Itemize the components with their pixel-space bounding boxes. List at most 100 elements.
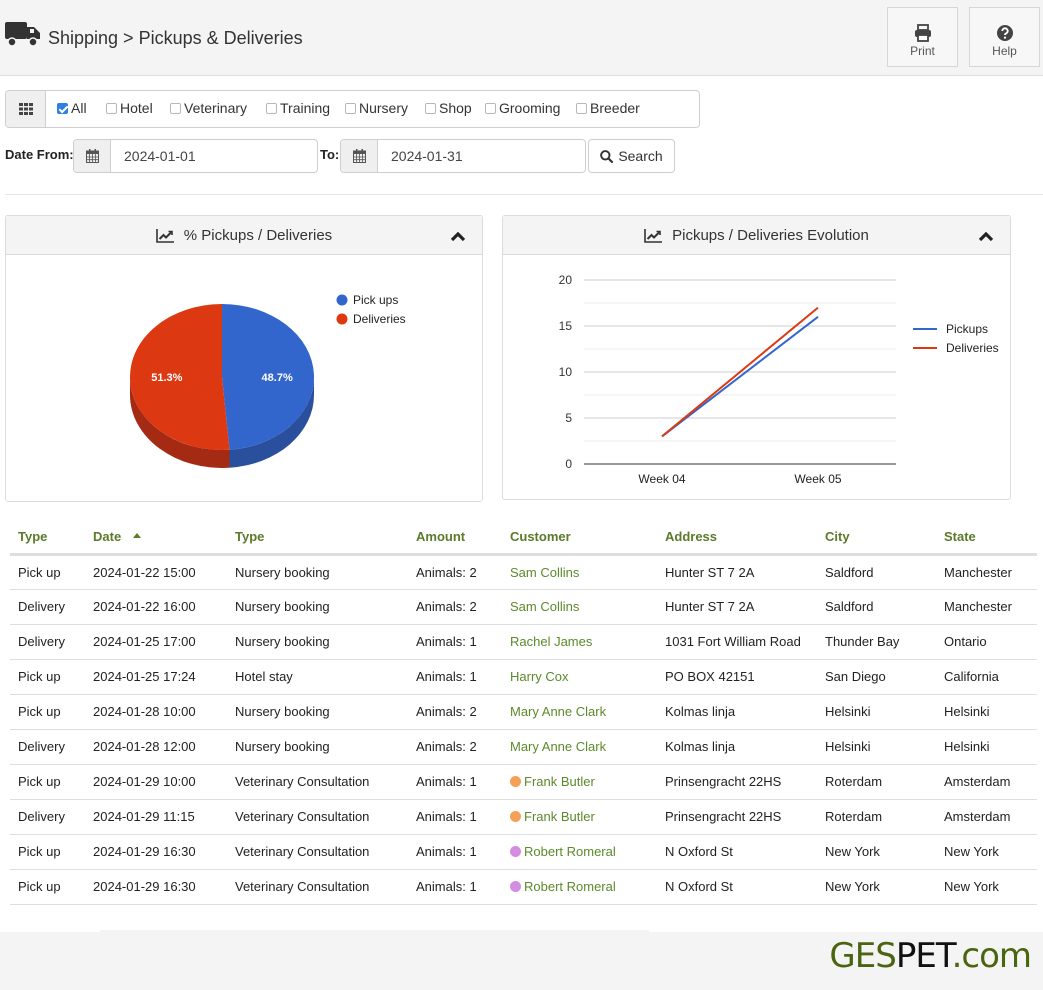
table-row[interactable]: Pick up 2024-01-29 16:30 Veterinary Consul… [10, 834, 1037, 870]
cell-amount: Animals: 1 [408, 764, 502, 800]
checkbox-veterinary[interactable] [170, 102, 181, 114]
search-button[interactable]: Search [588, 139, 675, 173]
cell-type: Delivery [10, 624, 85, 660]
line-chart-icon [644, 228, 663, 243]
legend-label[interactable]: Pick ups [353, 293, 398, 307]
cell-customer[interactable]: Sam Collins [502, 589, 657, 625]
cell-customer[interactable]: Sam Collins [502, 554, 657, 590]
table-row[interactable]: Pick up 2024-01-29 10:00 Veterinary Consul… [10, 764, 1037, 800]
cell-customer[interactable]: Mary Anne Clark [502, 694, 657, 730]
customer-link[interactable]: Robert Romeral [524, 879, 616, 894]
filter-hotel[interactable]: Hotel [106, 100, 153, 116]
customer-link[interactable]: Frank Butler [524, 809, 595, 824]
pie-panel-header: % Pickups / Deliveries [6, 216, 482, 255]
col-address[interactable]: Address [657, 520, 817, 556]
filter-breeder[interactable]: Breeder [576, 100, 640, 116]
help-button[interactable]: Help [969, 7, 1040, 67]
date-from-label: Date From: [5, 147, 74, 162]
calendar-icon [353, 149, 366, 163]
chevron-up-icon[interactable] [450, 230, 466, 242]
pie-data-label: 51.3% [151, 372, 182, 384]
table-row[interactable]: Delivery 2024-01-25 17:00 Nursery booking A… [10, 624, 1037, 660]
col-customer[interactable]: Customer [502, 520, 657, 556]
table-row[interactable]: Delivery 2024-01-28 12:00 Nursery booking A… [10, 729, 1037, 765]
cell-customer[interactable]: Robert Romeral [502, 869, 657, 905]
filter-nursery[interactable]: Nursery [345, 100, 408, 116]
cell-state: New York [936, 834, 1037, 870]
col-service-type[interactable]: Type [227, 520, 408, 556]
section-divider [5, 194, 1043, 195]
checkbox-grooming[interactable] [485, 102, 496, 114]
brand-logo[interactable]: GESPET.com [829, 936, 1032, 976]
date-from-calendar-button[interactable] [74, 140, 111, 172]
filter-shop-label: Shop [439, 100, 472, 116]
chevron-up-icon[interactable] [978, 230, 994, 242]
cell-date: 2024-01-29 16:30 [85, 869, 227, 905]
table-row[interactable]: Pick up 2024-01-22 15:00 Nursery booking An… [10, 554, 1037, 590]
cell-date: 2024-01-29 16:30 [85, 834, 227, 870]
checkbox-hotel[interactable] [106, 102, 117, 114]
table-row[interactable]: Pick up 2024-01-28 10:00 Nursery booking An… [10, 694, 1037, 730]
cell-customer[interactable]: Frank Butler [502, 764, 657, 800]
table-row[interactable]: Pick up 2024-01-29 16:30 Veterinary Consul… [10, 869, 1037, 905]
date-from-input[interactable] [112, 140, 312, 172]
filter-grooming-label: Grooming [499, 100, 561, 116]
legend-label[interactable]: Deliveries [946, 341, 999, 355]
date-to-input[interactable] [379, 140, 579, 172]
cell-type: Pick up [10, 834, 85, 870]
cell-customer[interactable]: Rachel James [502, 624, 657, 660]
customer-link[interactable]: Sam Collins [510, 599, 579, 614]
grid-toggle-button[interactable] [6, 91, 46, 127]
cell-state: Manchester [936, 589, 1037, 625]
filter-shop[interactable]: Shop [425, 100, 472, 116]
customer-link[interactable]: Rachel James [510, 634, 592, 649]
legend-label[interactable]: Pickups [946, 322, 988, 336]
cell-state: California [936, 659, 1037, 695]
print-button[interactable]: Print [887, 7, 958, 67]
cell-amount: Animals: 1 [408, 834, 502, 870]
filter-training[interactable]: Training [266, 100, 330, 116]
legend-swatch [336, 294, 348, 306]
cell-customer[interactable]: Robert Romeral [502, 834, 657, 870]
cell-amount: Animals: 1 [408, 799, 502, 835]
col-date[interactable]: Date [85, 520, 227, 556]
col-city[interactable]: City [817, 520, 936, 556]
table-row[interactable]: Pick up 2024-01-25 17:24 Hotel stay Animals… [10, 659, 1037, 695]
y-tick-label: 15 [559, 319, 573, 333]
customer-link[interactable]: Mary Anne Clark [510, 704, 606, 719]
cell-service: Nursery booking [227, 554, 408, 590]
cell-customer[interactable]: Harry Cox [502, 659, 657, 695]
checkbox-shop[interactable] [425, 102, 436, 114]
cell-customer[interactable]: Mary Anne Clark [502, 729, 657, 765]
legend-label[interactable]: Deliveries [353, 312, 406, 326]
table-row[interactable]: Delivery 2024-01-29 11:15 Veterinary Consu… [10, 799, 1037, 835]
cell-customer[interactable]: Frank Butler [502, 799, 657, 835]
date-to-calendar-button[interactable] [341, 140, 378, 172]
cell-amount: Animals: 1 [408, 624, 502, 660]
col-amount[interactable]: Amount [408, 520, 502, 556]
checkbox-breeder[interactable] [576, 102, 587, 114]
checkbox-training[interactable] [266, 102, 277, 114]
question-circle-icon [996, 25, 1013, 41]
cell-type: Delivery [10, 729, 85, 765]
col-type[interactable]: Type [10, 520, 85, 556]
filter-training-label: Training [280, 100, 331, 116]
customer-link[interactable]: Frank Butler [524, 774, 595, 789]
checkbox-nursery[interactable] [345, 102, 356, 114]
filter-grooming[interactable]: Grooming [485, 100, 560, 116]
customer-link[interactable]: Mary Anne Clark [510, 739, 606, 754]
date-to-group [340, 139, 586, 173]
cell-city: San Diego [817, 659, 936, 695]
customer-flag-dot [510, 811, 521, 822]
customer-link[interactable]: Sam Collins [510, 565, 579, 580]
filter-hotel-label: Hotel [120, 100, 153, 116]
customer-link[interactable]: Robert Romeral [524, 844, 616, 859]
table-row[interactable]: Delivery 2024-01-22 16:00 Nursery booking A… [10, 589, 1037, 625]
filter-veterinary[interactable]: Veterinary [170, 100, 247, 116]
customer-link[interactable]: Harry Cox [510, 669, 569, 684]
cell-city: Helsinki [817, 694, 936, 730]
cell-address: N Oxford St [657, 834, 817, 870]
checkbox-all[interactable] [57, 102, 68, 114]
col-state[interactable]: State [936, 520, 1037, 556]
filter-all[interactable]: All [57, 100, 87, 116]
